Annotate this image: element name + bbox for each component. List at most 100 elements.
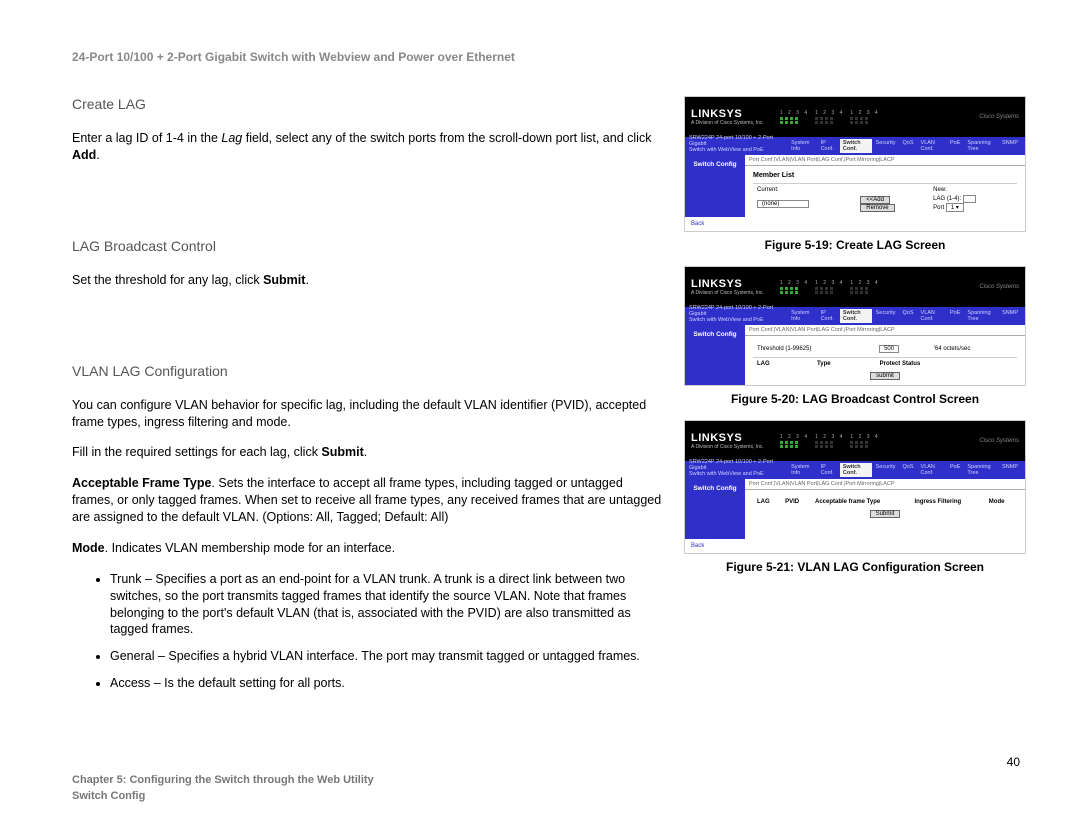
footer: Chapter 5: Configuring the Switch throug… <box>72 773 374 804</box>
port-label: Port <box>933 205 944 211</box>
col-header: New: <box>929 186 1017 194</box>
panel-title: Member List <box>753 172 1017 179</box>
text: Enter a lag ID of 1-4 in the <box>72 131 221 145</box>
col-header: Type <box>817 361 831 367</box>
logo: LINKSYS <box>691 108 764 120</box>
tab-active[interactable]: Switch Conf. <box>840 139 872 153</box>
text-bold: Submit <box>321 445 363 459</box>
thresh-label: Threshold (1-99625) <box>753 344 875 354</box>
text-bold: Acceptable Frame Type <box>72 476 211 490</box>
figures-column: LINKSYS A Division of Cisco Systems, Inc… <box>684 96 1026 710</box>
col-header: Mode <box>989 499 1005 505</box>
figure-20-caption: Figure 5-20: LAG Broadcast Control Scree… <box>684 392 1026 406</box>
tab-active[interactable]: Switch Conf. <box>840 463 872 477</box>
figure-20-screenshot: LINKSYS A Division of Cisco Systems, Inc… <box>684 266 1026 386</box>
footer-line-2: Switch Config <box>72 790 145 802</box>
vlan-p2: Fill in the required settings for each l… <box>72 444 662 461</box>
figure-21-screenshot: LINKSYS A Division of Cisco Systems, Inc… <box>684 420 1026 554</box>
side-label: Switch Config <box>685 325 745 385</box>
back-link[interactable]: Back <box>685 217 1025 231</box>
text-bold: Submit <box>263 273 305 287</box>
back-link[interactable]: Back <box>685 539 1025 553</box>
cisco-label: Cisco Systems <box>979 284 1019 290</box>
footer-line-1: Chapter 5: Configuring the Switch throug… <box>72 774 374 786</box>
tab[interactable]: Spanning Tree <box>964 139 998 153</box>
side-label: Switch Config <box>685 155 745 217</box>
text: Set the threshold for any lag, click <box>72 273 263 287</box>
lag-input[interactable] <box>963 195 976 203</box>
document-title: 24-Port 10/100 + 2-Port Gigabit Switch w… <box>72 50 1032 64</box>
cisco-label: Cisco Systems <box>979 438 1019 444</box>
logo: LINKSYS <box>691 432 764 444</box>
col-header: Protect Status <box>880 361 921 367</box>
heading-vlan: VLAN LAG Configuration <box>72 363 662 379</box>
thresh-unit: '64 octets/sec <box>930 344 1017 354</box>
list-item: General – Specifies a hybrid VLAN interf… <box>110 648 662 665</box>
list-item: Access – Is the default setting for all … <box>110 675 662 692</box>
subtab-row[interactable]: Port Conf.|VLAN|VLAN Port|LAG Conf.|Port… <box>745 325 1025 336</box>
text: . <box>96 148 99 162</box>
thresh-input[interactable]: 500 <box>879 345 899 353</box>
tab[interactable]: PoE <box>947 463 963 477</box>
broadcast-desc: Set the threshold for any lag, click Sub… <box>72 272 662 289</box>
page-number: 40 <box>1007 755 1020 769</box>
text: SRW224P 24-port 10/100 + 2-Port Gigabit <box>689 135 773 147</box>
vlan-p3: Acceptable Frame Type. Sets the interfac… <box>72 475 662 526</box>
port-select[interactable]: 1 ▾ <box>946 203 964 212</box>
tab[interactable]: IP Conf. <box>818 463 839 477</box>
submit-button[interactable]: Submit <box>870 510 901 518</box>
logo-subtitle: A Division of Cisco Systems, Inc. <box>691 120 764 126</box>
col-header: Current: <box>753 186 856 194</box>
submit-button[interactable]: submit <box>870 372 900 380</box>
current-list[interactable]: (none) <box>757 200 809 208</box>
text: . Indicates VLAN membership mode for an … <box>105 541 395 555</box>
vlan-p4: Mode. Indicates VLAN membership mode for… <box>72 540 662 557</box>
tab[interactable]: Security <box>873 139 899 153</box>
tab[interactable]: QoS <box>900 139 917 153</box>
tab[interactable]: System Info <box>788 309 816 323</box>
tab[interactable]: VLAN Conf. <box>918 309 946 323</box>
subtab-row[interactable]: Port Conf.|VLAN|VLAN Port|LAG Conf.|Port… <box>745 479 1025 490</box>
heading-broadcast: LAG Broadcast Control <box>72 238 662 254</box>
heading-create-lag: Create LAG <box>72 96 662 112</box>
tab[interactable]: SNMP <box>999 309 1021 323</box>
tab[interactable]: VLAN Conf. <box>918 139 946 153</box>
tab[interactable]: System Info <box>788 139 816 153</box>
text: Switch with WebView and PoE <box>689 471 764 477</box>
tab[interactable]: System Info <box>788 463 816 477</box>
vlan-p1: You can configure VLAN behavior for spec… <box>72 397 662 431</box>
tab[interactable]: Security <box>873 309 899 323</box>
tab[interactable]: SNMP <box>999 463 1021 477</box>
create-lag-desc: Enter a lag ID of 1-4 in the Lag field, … <box>72 130 662 164</box>
text: field, select any of the switch ports fr… <box>242 131 651 145</box>
tab[interactable]: Spanning Tree <box>964 309 998 323</box>
list-item: Trunk – Specifies a port as an end-point… <box>110 571 662 639</box>
tab[interactable]: IP Conf. <box>818 139 839 153</box>
add-button[interactable]: <<Add <box>860 196 890 204</box>
logo-subtitle: A Division of Cisco Systems, Inc. <box>691 444 764 450</box>
col-header: PVID <box>785 499 799 505</box>
text: . <box>364 445 367 459</box>
col-header: LAG <box>757 361 770 367</box>
tab[interactable]: Spanning Tree <box>964 463 998 477</box>
text: Switch with WebView and PoE <box>689 317 764 323</box>
side-label: Switch Config <box>685 479 745 539</box>
tab-active[interactable]: Switch Conf. <box>840 309 872 323</box>
tab[interactable]: PoE <box>947 139 963 153</box>
subtab-row[interactable]: Port Conf.|VLAN|VLAN Port|LAG Conf.|Port… <box>745 155 1025 166</box>
figure-19-caption: Figure 5-19: Create LAG Screen <box>684 238 1026 252</box>
text: SRW224P 24-port 10/100 + 2-Port Gigabit <box>689 459 773 471</box>
remove-button[interactable]: Remove <box>860 204 894 212</box>
tab[interactable]: QoS <box>900 463 917 477</box>
tab[interactable]: VLAN Conf. <box>918 463 946 477</box>
text-bold: Mode <box>72 541 105 555</box>
tab[interactable]: SNMP <box>999 139 1021 153</box>
tab[interactable]: IP Conf. <box>818 309 839 323</box>
tab[interactable]: QoS <box>900 309 917 323</box>
text: SRW224P 24-port 10/100 + 2-Port Gigabit <box>689 305 773 317</box>
col-header: Ingress Filtering <box>915 499 962 505</box>
tab[interactable]: PoE <box>947 309 963 323</box>
tab[interactable]: Security <box>873 463 899 477</box>
content-column: Create LAG Enter a lag ID of 1-4 in the … <box>72 96 662 710</box>
figure-21-caption: Figure 5-21: VLAN LAG Configuration Scre… <box>684 560 1026 574</box>
